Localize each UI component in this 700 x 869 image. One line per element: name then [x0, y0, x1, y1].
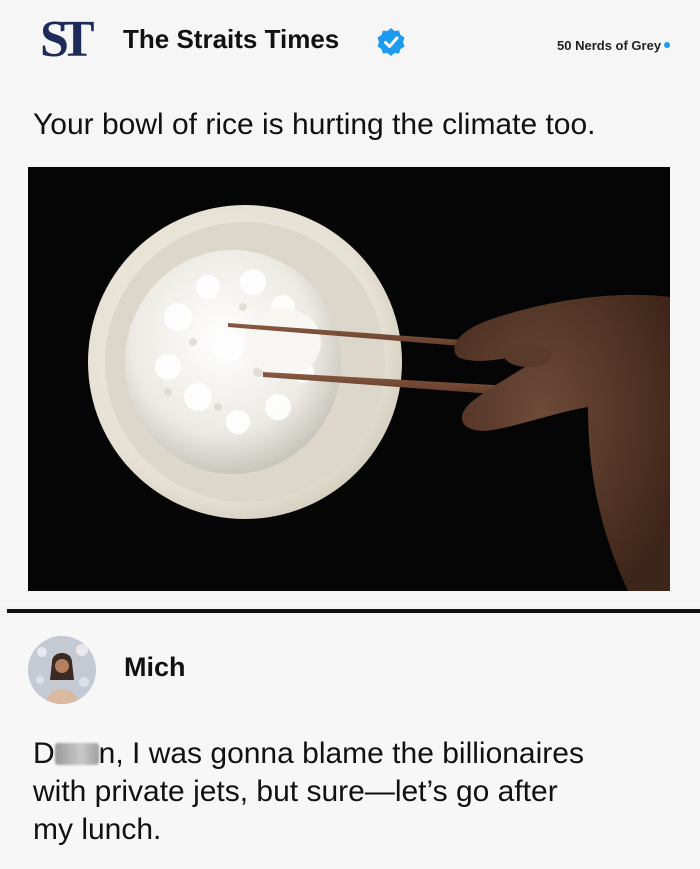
- reply-author[interactable]: Mich: [124, 652, 186, 683]
- post-headline: Your bowl of rice is hurting the climate…: [33, 108, 596, 141]
- reply-text-prefix: D: [33, 737, 55, 770]
- watermark-text: 50 Nerds of Grey: [557, 38, 662, 53]
- user-avatar-icon[interactable]: [28, 636, 96, 704]
- reply-text: Dn, I was gonna blame the billionaires w…: [33, 735, 683, 849]
- post-image[interactable]: [28, 167, 670, 591]
- avatar-image: [28, 636, 96, 704]
- watermark: 50 Nerds of Grey: [557, 38, 671, 53]
- verified-badge-icon: [377, 28, 405, 56]
- publisher-name[interactable]: The Straits Times: [123, 24, 339, 55]
- section-divider: [7, 609, 700, 613]
- censor-blur: [54, 743, 99, 765]
- reply-text-line3: my lunch.: [33, 813, 162, 846]
- publisher-logo[interactable]: ST: [40, 12, 95, 68]
- post-card: ST The Straits Times 50 Nerds of Grey Yo…: [0, 0, 700, 606]
- reply-text-line2: with private jets, but sure—let’s go aft…: [33, 775, 558, 808]
- watermark-dot-icon: [664, 42, 671, 48]
- rice-bowl-illustration: [28, 167, 670, 591]
- reply-text-line1: n, I was gonna blame the billionaires: [98, 737, 584, 770]
